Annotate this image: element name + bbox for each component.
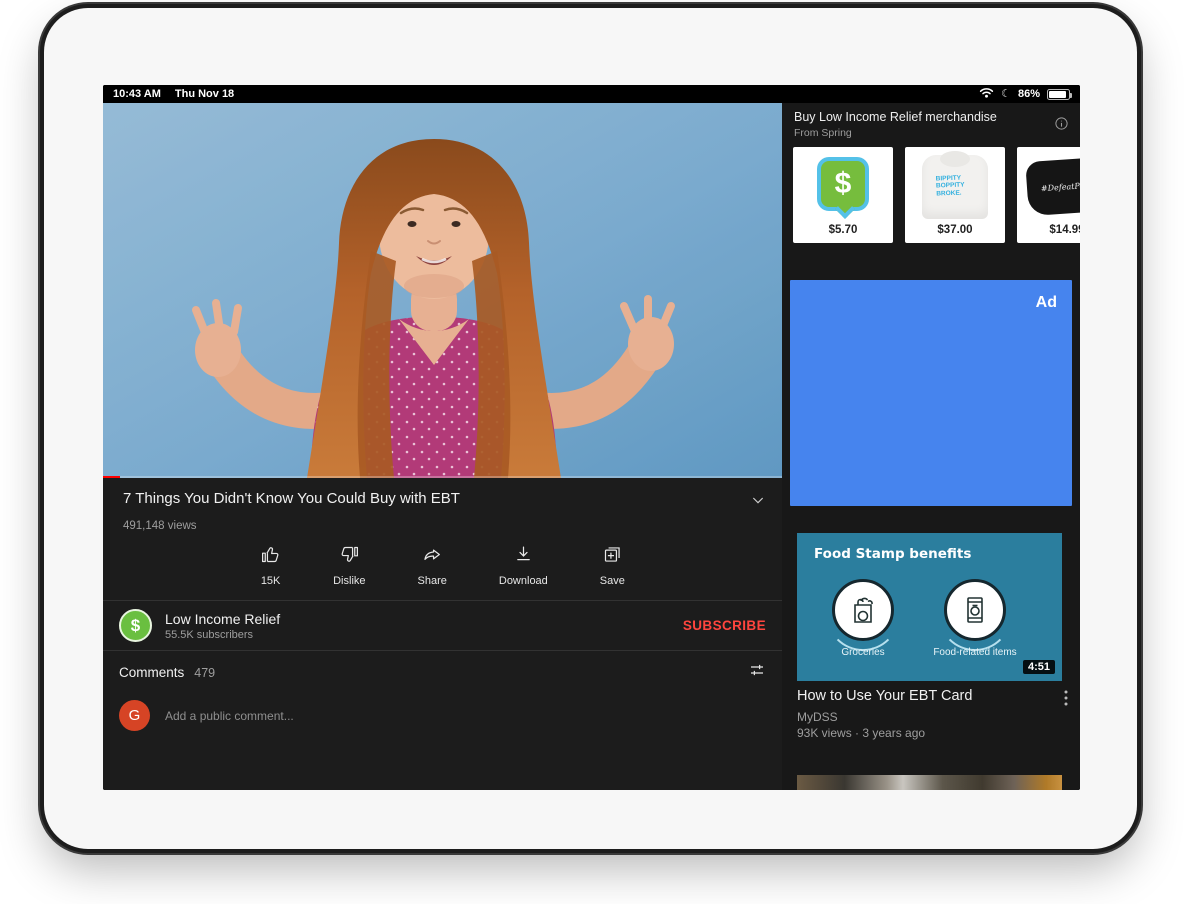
thumbnail-item-label: Groceries (808, 647, 918, 658)
add-comment-row[interactable]: G Add a public comment... (103, 693, 782, 738)
video-player[interactable] (103, 103, 782, 478)
dislike-button[interactable]: Dislike (333, 544, 365, 587)
food-items-circle-icon (944, 579, 1006, 641)
thumbnail-title: Food Stamp benefits (814, 546, 971, 562)
view-count: 491,148 views (103, 513, 782, 532)
save-label: Save (600, 575, 625, 587)
subscribe-button[interactable]: SUBSCRIBE (681, 612, 768, 639)
tablet-frame: 10:43 AM Thu Nov 18 ☾ 86% (44, 8, 1137, 849)
app-screen: 10:43 AM Thu Nov 18 ☾ 86% (103, 85, 1080, 790)
battery-icon (1047, 89, 1070, 100)
dollar-sticker-graphic: $ (817, 157, 869, 211)
video-progress-bar[interactable] (103, 476, 782, 479)
battery-percent: 86% (1018, 88, 1040, 100)
status-time: 10:43 AM (113, 88, 161, 100)
hoodie-graphic: BIPPITY BOPPITY BROKE. (922, 155, 988, 219)
comment-input-placeholder[interactable]: Add a public comment... (165, 709, 294, 723)
user-avatar[interactable]: G (119, 700, 150, 731)
recommended-video-thumbnail[interactable]: Food Stamp benefits Groceries Food-relat… (797, 533, 1062, 681)
recommended-channel-name[interactable]: MyDSS (797, 710, 838, 724)
watch-column: 7 Things You Didn't Know You Could Buy w… (103, 103, 782, 790)
merch-product-fanny-pack[interactable]: #DefeatPoverty $14.99 (1017, 147, 1080, 243)
merch-subtitle: From Spring (794, 127, 852, 139)
groceries-circle-icon (832, 579, 894, 641)
recommended-video-meta: 93K views · 3 years ago (797, 726, 925, 740)
product-price: $37.00 (937, 224, 972, 236)
thumbnail-item-label: Food-related items (920, 647, 1030, 658)
comments-count: 479 (194, 666, 748, 680)
ad-badge: Ad (1036, 294, 1057, 312)
dollar-glyph: $ (835, 167, 852, 201)
comments-title: Comments (119, 665, 184, 680)
page: 10:43 AM Thu Nov 18 ☾ 86% (0, 0, 1200, 904)
merch-products: $ $5.70 BIPPITY BOPPITY BROKE. $37.00 #D… (793, 147, 1080, 243)
recommended-video-title[interactable]: How to Use Your EBT Card (797, 688, 1050, 704)
channel-name: Low Income Relief (165, 611, 681, 627)
info-icon[interactable] (1054, 116, 1069, 136)
status-bar: 10:43 AM Thu Nov 18 ☾ 86% (103, 85, 1080, 103)
do-not-disturb-moon-icon: ☾ (1001, 89, 1011, 100)
fanny-pack-graphic: #DefeatPoverty (1025, 156, 1080, 216)
dislike-label: Dislike (333, 575, 365, 587)
channel-row[interactable]: $ Low Income Relief 55.5K subscribers SU… (103, 601, 782, 650)
share-button[interactable]: Share (418, 544, 447, 587)
download-icon (513, 544, 534, 570)
video-frame-presenter (103, 103, 782, 478)
related-sidebar: Buy Low Income Relief merchandise From S… (782, 103, 1080, 790)
video-title: 7 Things You Didn't Know You Could Buy w… (123, 490, 460, 509)
download-label: Download (499, 575, 548, 587)
status-date: Thu Nov 18 (175, 88, 234, 100)
like-count: 15K (261, 575, 281, 587)
wifi-icon (979, 87, 994, 101)
display-ad[interactable]: Ad (790, 280, 1072, 506)
channel-avatar[interactable]: $ (119, 609, 152, 642)
thumbs-down-icon (339, 544, 360, 570)
comments-sort-icon[interactable] (748, 661, 766, 684)
hoodie-print-text: BIPPITY BOPPITY BROKE. (936, 175, 965, 198)
next-thumbnail-partial[interactable] (797, 775, 1062, 790)
thumbs-up-icon (260, 544, 281, 570)
action-bar: 15K Dislike Share Download (103, 532, 782, 600)
fanny-pack-print-text: #DefeatPoverty (1041, 179, 1080, 192)
product-price: $5.70 (829, 224, 858, 236)
share-label: Share (418, 575, 447, 587)
merch-product-sticker[interactable]: $ $5.70 (793, 147, 893, 243)
chevron-down-icon[interactable] (750, 490, 766, 513)
like-button[interactable]: 15K (260, 544, 281, 587)
download-button[interactable]: Download (499, 544, 548, 587)
subscriber-count: 55.5K subscribers (165, 629, 681, 641)
comments-header[interactable]: Comments 479 (103, 651, 782, 693)
share-icon (422, 544, 443, 570)
save-playlist-icon (602, 544, 623, 570)
product-price: $14.99 (1049, 224, 1080, 236)
merch-product-hoodie[interactable]: BIPPITY BOPPITY BROKE. $37.00 (905, 147, 1005, 243)
video-duration-badge: 4:51 (1023, 660, 1055, 674)
video-progress-fill (103, 476, 120, 479)
save-button[interactable]: Save (600, 544, 625, 587)
merch-title: Buy Low Income Relief merchandise (794, 110, 1046, 124)
kebab-menu-icon[interactable] (1058, 689, 1074, 712)
